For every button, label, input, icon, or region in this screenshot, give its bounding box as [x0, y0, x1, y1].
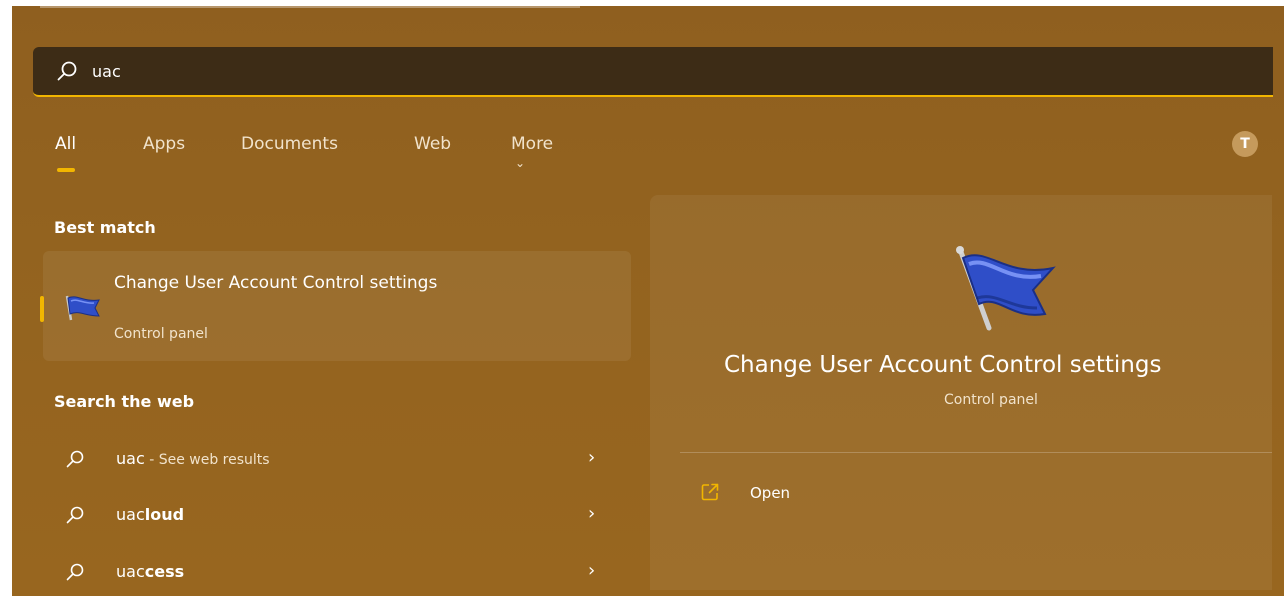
web-result-query: uac — [116, 449, 145, 468]
account-avatar[interactable]: T — [1232, 131, 1258, 157]
uac-flag-icon — [65, 295, 100, 321]
search-input[interactable] — [90, 60, 994, 82]
web-result-completion: loud — [144, 505, 185, 524]
best-match-subtitle: Control panel — [114, 326, 208, 342]
tab-more-label: More — [511, 134, 554, 154]
web-result-text: uaccess — [116, 562, 184, 581]
open-external-icon — [701, 483, 719, 501]
search-box[interactable] — [33, 47, 1273, 97]
detail-title: Change User Account Control settings — [724, 352, 1162, 378]
detail-subtitle: Control panel — [944, 392, 1038, 408]
web-result-completion: cess — [144, 562, 185, 581]
best-match-heading: Best match — [54, 218, 156, 237]
chevron-right-icon: › — [588, 560, 596, 581]
web-result-prefix: uac — [116, 562, 145, 581]
chevron-right-icon: › — [588, 503, 596, 524]
web-result-text: uac - See web results — [116, 449, 270, 468]
search-icon — [66, 563, 84, 581]
tab-apps[interactable]: Apps — [143, 134, 185, 154]
web-result-uaccess[interactable]: uaccess › — [43, 552, 623, 592]
web-result-text: uacloud — [116, 505, 184, 524]
web-result-prefix: uac — [116, 505, 145, 524]
chevron-down-icon: ⌄ — [515, 156, 526, 170]
chevron-right-icon: › — [588, 447, 596, 468]
tab-all[interactable]: All — [55, 134, 76, 154]
uac-flag-icon — [956, 246, 1056, 331]
active-tab-indicator — [57, 168, 75, 172]
blurred-text-strip — [40, 6, 580, 8]
tab-documents[interactable]: Documents — [241, 134, 338, 154]
tab-more[interactable]: More ⌄ — [511, 134, 553, 174]
best-match-item[interactable] — [43, 251, 631, 361]
search-icon — [66, 506, 84, 524]
divider — [680, 452, 1272, 453]
search-icon — [57, 61, 77, 81]
best-match-title: Change User Account Control settings — [114, 273, 438, 293]
selection-accent — [40, 296, 44, 322]
tab-web[interactable]: Web — [414, 134, 451, 154]
open-label: Open — [750, 484, 791, 502]
search-icon — [66, 450, 84, 468]
search-web-heading: Search the web — [54, 392, 195, 411]
web-result-uac[interactable]: uac - See web results › — [43, 439, 623, 479]
web-result-uacloud[interactable]: uacloud › — [43, 495, 623, 535]
web-result-suffix: - See web results — [144, 452, 270, 468]
open-action[interactable]: Open — [700, 478, 900, 510]
